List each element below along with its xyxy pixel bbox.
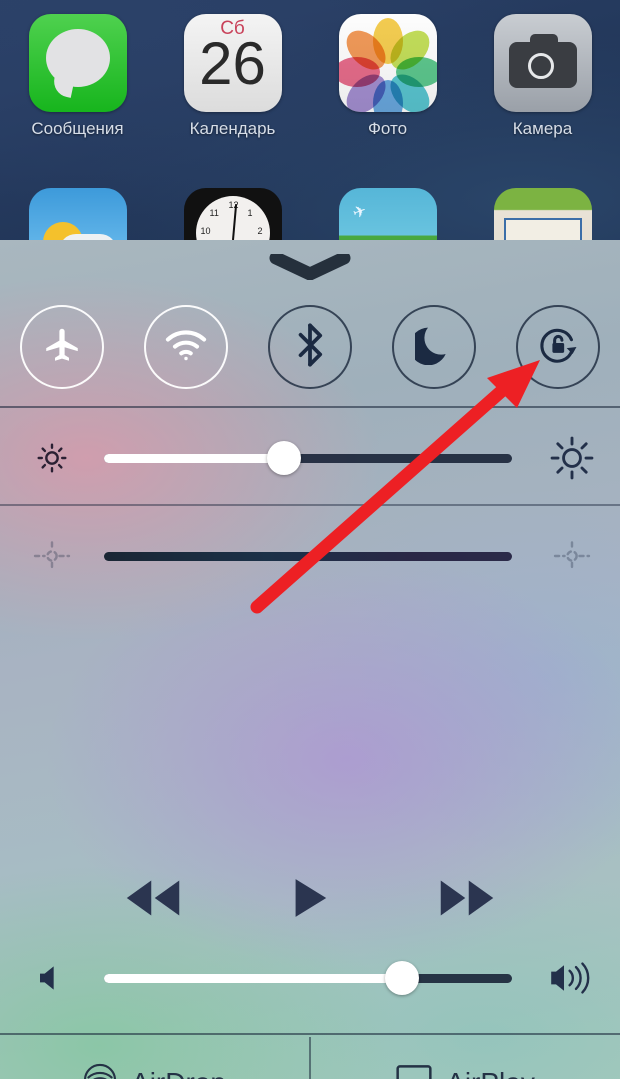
clock-numeral: 10 [200, 226, 211, 236]
rewind-button[interactable] [122, 877, 184, 924]
volume-track[interactable] [104, 961, 512, 995]
control-center-panel: AirDrop AirPlay [0, 240, 620, 1079]
home-screen-background: 12 1 2 3 9 10 11 ✈ 99 [0, 0, 620, 250]
calendar-day-number: 26 [199, 30, 266, 97]
camera-icon [493, 14, 592, 112]
sharing-row: AirDrop AirPlay [0, 1037, 620, 1079]
messages-icon [28, 14, 127, 112]
brightness-thumb[interactable] [266, 441, 301, 475]
clock-numeral: 2 [257, 226, 263, 236]
toggle-row [0, 288, 620, 406]
divider [0, 1033, 620, 1035]
rewind-icon [122, 877, 184, 924]
divider [0, 504, 620, 506]
sun-large-icon [524, 435, 620, 481]
fast-forward-icon [436, 877, 498, 924]
clock-numeral: 1 [247, 208, 253, 218]
rotation-lock-icon [537, 324, 579, 371]
app-photos[interactable]: Фото [310, 0, 465, 139]
brightness-fill [104, 453, 284, 463]
do-not-disturb-toggle[interactable] [392, 305, 476, 389]
volume-fill [104, 973, 402, 983]
app-camera[interactable]: Камера [465, 0, 620, 139]
volume-thumb[interactable] [384, 961, 419, 995]
speaker-loud-icon [524, 961, 620, 995]
app-messages[interactable]: Сообщения [0, 0, 155, 139]
play-button[interactable] [292, 876, 328, 925]
sun-small-icon [0, 441, 104, 475]
moon-icon [409, 325, 453, 370]
wifi-toggle[interactable] [144, 305, 228, 389]
app-label: Фото [367, 119, 408, 138]
brightness-track[interactable] [104, 441, 512, 475]
clock-numeral: 11 [209, 208, 219, 218]
app-label: Сообщения [31, 119, 124, 138]
airplay-icon [396, 1064, 432, 1079]
brightness-slider[interactable] [0, 410, 620, 506]
secondary-slider-dimmed[interactable] [0, 508, 620, 604]
divider [0, 406, 620, 408]
grabber-handle[interactable] [268, 251, 352, 285]
airdrop-button[interactable]: AirDrop [0, 1037, 311, 1079]
photos-icon [338, 14, 437, 112]
bluetooth-toggle[interactable] [268, 305, 352, 389]
calendar-icon: Сб 26 [183, 14, 282, 112]
airplane-mode-toggle[interactable] [20, 305, 104, 389]
speaker-mute-icon [0, 963, 104, 993]
airplane-icon [41, 324, 83, 371]
app-row-first: Сообщения Сб 26 Календарь Фото Камера [0, 0, 620, 139]
airdrop-icon [83, 1063, 117, 1079]
volume-slider[interactable] [0, 930, 620, 1026]
sun-dashed-icon [0, 541, 104, 571]
airplay-label: AirPlay [446, 1067, 535, 1079]
fast-forward-button[interactable] [436, 877, 498, 924]
airdrop-label: AirDrop [131, 1067, 226, 1079]
app-label: Камера [512, 119, 573, 138]
wifi-icon [164, 327, 208, 368]
app-label: Календарь [189, 119, 276, 138]
rotation-lock-toggle[interactable] [516, 305, 600, 389]
bluetooth-icon [295, 322, 325, 372]
app-calendar[interactable]: Сб 26 Календарь [155, 0, 310, 139]
secondary-track[interactable] [104, 551, 512, 561]
airplay-button[interactable]: AirPlay [311, 1037, 620, 1079]
play-icon [292, 876, 328, 925]
sun-dashed-icon [524, 541, 620, 571]
